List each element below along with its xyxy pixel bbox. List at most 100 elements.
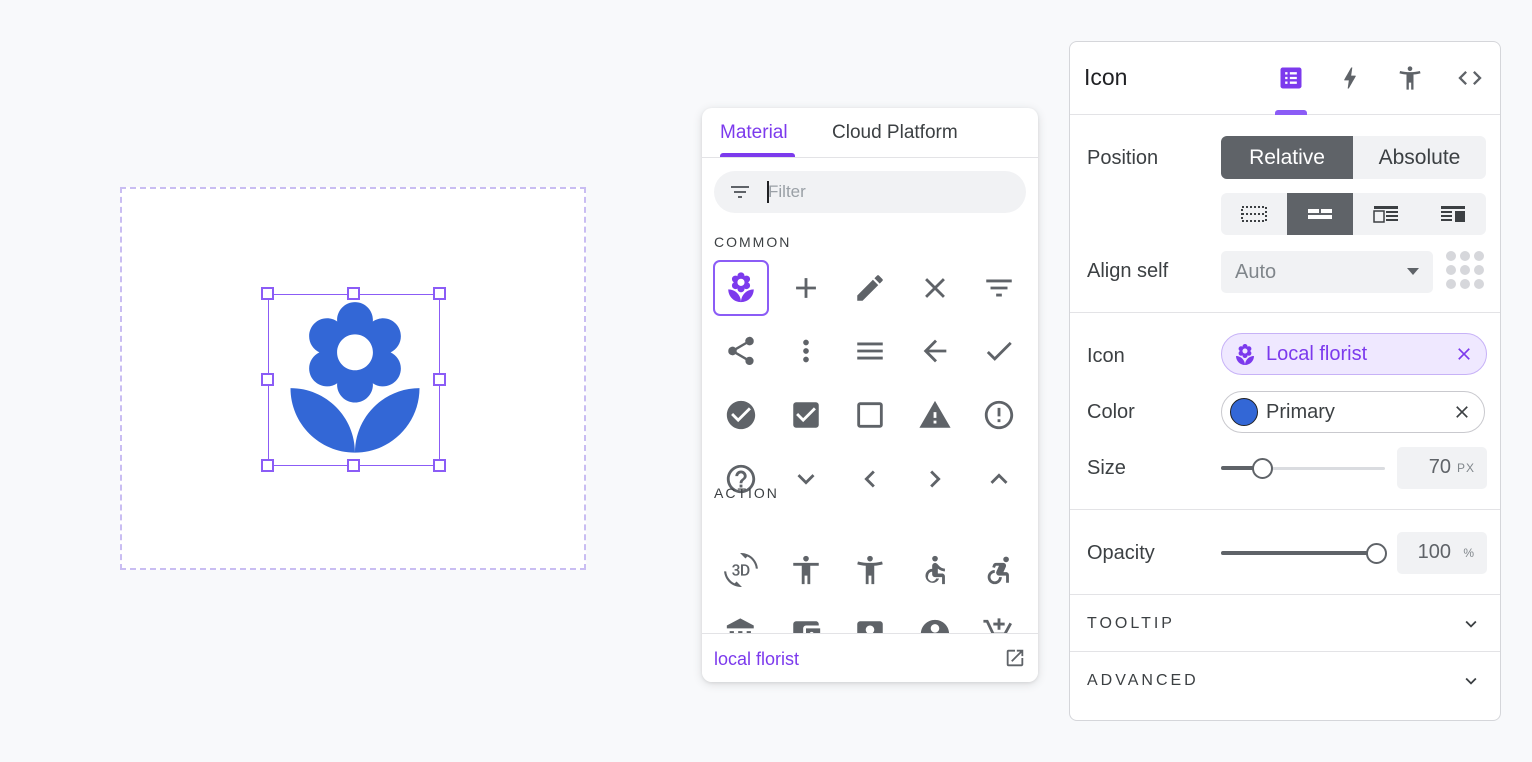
account-box-icon[interactable]	[842, 606, 898, 634]
share-icon[interactable]	[713, 323, 769, 379]
3d-rotation-icon[interactable]	[713, 542, 769, 598]
resize-handle-br[interactable]	[433, 459, 446, 472]
tab-underline	[720, 153, 795, 157]
slider-thumb[interactable]	[1366, 543, 1387, 564]
icon-chip[interactable]: Local florist	[1221, 333, 1487, 375]
edit-icon[interactable]	[842, 260, 898, 316]
chevron-right-icon[interactable]	[907, 451, 963, 507]
picker-tabs: Material Cloud Platform	[702, 108, 1038, 158]
check-circle-icon[interactable]	[713, 387, 769, 443]
expand-less-icon[interactable]	[971, 451, 1027, 507]
layout-toggle	[1221, 193, 1486, 235]
selected-icon-name: local florist	[714, 649, 800, 669]
chevron-down-icon[interactable]	[1460, 613, 1482, 635]
account-balance-icon[interactable]	[713, 606, 769, 634]
more-vert-icon[interactable]	[778, 323, 834, 379]
size-slider[interactable]	[1221, 454, 1385, 484]
resize-handle-tr[interactable]	[433, 287, 446, 300]
tab-material[interactable]: Material	[720, 122, 788, 144]
add-icon[interactable]	[778, 260, 834, 316]
layout-columns-icon	[1440, 206, 1465, 222]
layout-row-icon	[1308, 209, 1332, 219]
section-action-label: ACTION	[714, 485, 779, 501]
menu-icon[interactable]	[842, 323, 898, 379]
clear-icon-close-icon[interactable]	[1454, 344, 1474, 364]
open-in-new-icon[interactable]	[1004, 647, 1026, 669]
slider-thumb[interactable]	[1252, 458, 1273, 479]
layout-dotted-icon	[1241, 206, 1267, 222]
local-florist-icon[interactable]	[269, 295, 441, 467]
accessibility-tab[interactable]	[1392, 60, 1428, 96]
check-box-icon[interactable]	[778, 387, 834, 443]
resize-handle-t[interactable]	[347, 287, 360, 300]
advanced-section-label[interactable]: ADVANCED	[1087, 672, 1199, 690]
properties-tab[interactable]	[1273, 60, 1309, 96]
opacity-value: 100	[1417, 541, 1451, 563]
size-input[interactable]: 70 PX	[1397, 447, 1487, 489]
local-florist-icon[interactable]	[713, 260, 769, 316]
canvas-frame[interactable]	[120, 187, 586, 570]
bolt-icon	[1344, 67, 1356, 89]
align-self-select[interactable]: Auto	[1221, 251, 1433, 293]
layout-wrap-button[interactable]	[1353, 193, 1419, 235]
chevron-left-icon[interactable]	[842, 451, 898, 507]
layout-columns-button[interactable]	[1419, 193, 1486, 235]
filter-input[interactable]	[768, 179, 1008, 205]
alignment-grid-icon[interactable]	[1445, 250, 1485, 290]
align-self-value: Auto	[1235, 261, 1277, 283]
check-icon[interactable]	[971, 323, 1027, 379]
resize-handle-b[interactable]	[347, 459, 360, 472]
clear-color-close-icon[interactable]	[1452, 402, 1472, 422]
code-tab[interactable]	[1452, 60, 1488, 96]
accessibility-new-icon[interactable]	[842, 542, 898, 598]
chevron-down-icon[interactable]	[1460, 670, 1482, 692]
color-label: Color	[1087, 401, 1135, 423]
position-toggle: Relative Absolute	[1221, 136, 1486, 179]
resize-handle-r[interactable]	[433, 373, 446, 386]
properties-icon	[1280, 67, 1302, 89]
size-value: 70	[1428, 456, 1451, 478]
add-shopping-cart-icon[interactable]	[971, 606, 1027, 634]
position-absolute-button[interactable]: Absolute	[1353, 136, 1486, 179]
tooltip-section-label[interactable]: TOOLTIP	[1087, 615, 1175, 633]
layout-none-button[interactable]	[1221, 193, 1287, 235]
divider	[1070, 651, 1500, 652]
layout-row-button[interactable]	[1287, 193, 1353, 235]
local-florist-icon	[1236, 344, 1254, 365]
arrow-back-icon[interactable]	[907, 323, 963, 379]
icon-label: Icon	[1087, 345, 1125, 367]
resize-handle-l[interactable]	[261, 373, 274, 386]
size-unit: PX	[1456, 461, 1475, 475]
expand-more-icon[interactable]	[778, 451, 834, 507]
color-chip[interactable]: Primary	[1221, 391, 1485, 433]
accessibility-icon[interactable]	[778, 542, 834, 598]
color-chip-label: Primary	[1266, 401, 1335, 423]
tab-cloud-platform[interactable]: Cloud Platform	[832, 122, 958, 144]
accessible-forward-icon[interactable]	[971, 542, 1027, 598]
slider-fill	[1221, 551, 1376, 555]
opacity-input[interactable]: 100 %	[1397, 532, 1487, 574]
account-circle-icon[interactable]	[907, 606, 963, 634]
resize-handle-bl[interactable]	[261, 459, 274, 472]
check-box-outline-icon[interactable]	[842, 387, 898, 443]
color-swatch	[1230, 398, 1258, 426]
events-tab[interactable]	[1332, 60, 1368, 96]
layout-wrap-icon	[1373, 206, 1398, 223]
error-outline-icon[interactable]	[971, 387, 1027, 443]
properties-panel: Icon Position Relative Absolute Align se…	[1069, 41, 1501, 721]
warning-icon[interactable]	[907, 387, 963, 443]
code-icon	[1458, 71, 1482, 85]
opacity-unit: %	[1463, 546, 1475, 560]
resize-handle-tl[interactable]	[261, 287, 274, 300]
accessible-icon[interactable]	[907, 542, 963, 598]
opacity-slider[interactable]	[1221, 539, 1387, 569]
account-balance-wallet-icon[interactable]	[778, 606, 834, 634]
filter-list-icon[interactable]	[971, 260, 1027, 316]
icon-picker: Material Cloud Platform COMMON	[702, 108, 1038, 682]
position-label: Position	[1087, 147, 1159, 169]
position-relative-button[interactable]: Relative	[1221, 136, 1353, 179]
close-icon[interactable]	[907, 260, 963, 316]
filter-bar[interactable]	[714, 171, 1026, 213]
panel-header: Icon	[1070, 42, 1500, 115]
selected-icon-bounds[interactable]	[261, 287, 446, 472]
